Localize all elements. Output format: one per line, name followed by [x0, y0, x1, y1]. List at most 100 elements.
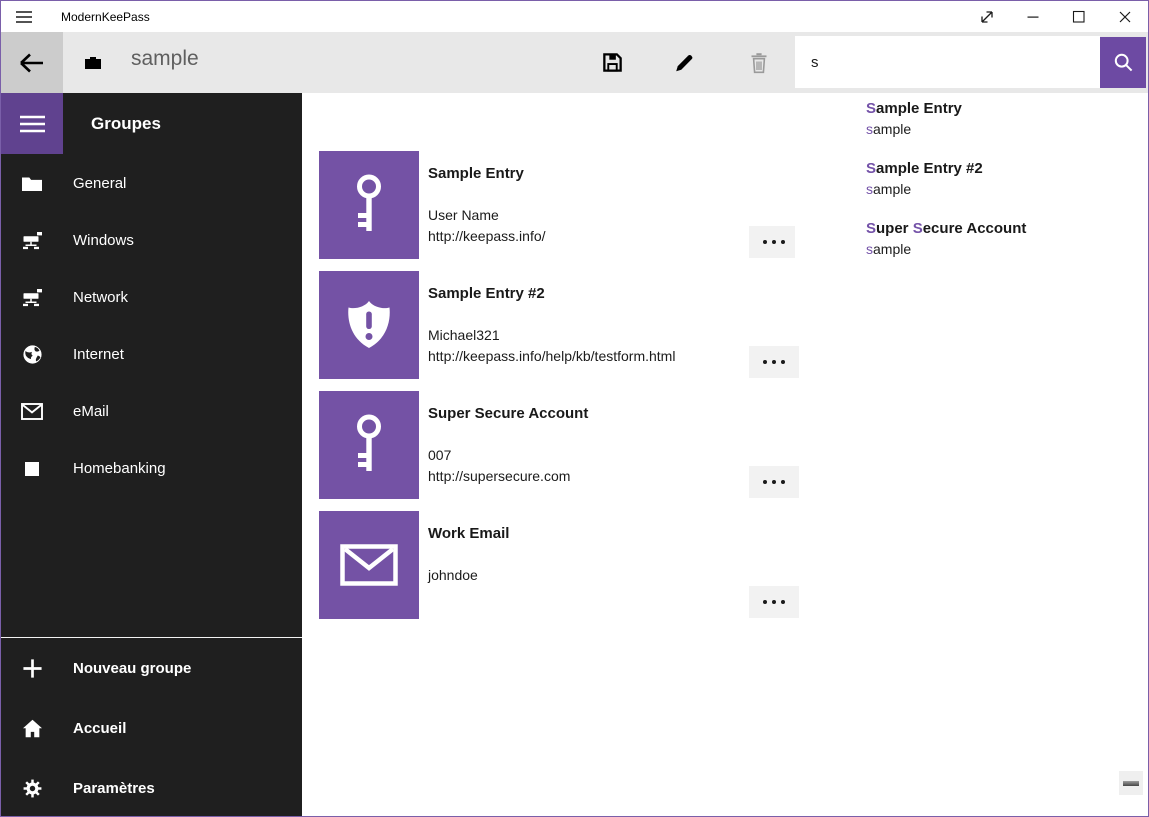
window-title: ModernKeePass — [61, 10, 150, 24]
minimize-button[interactable] — [1010, 1, 1056, 32]
database-title: sample — [131, 47, 199, 71]
sidebar-item-label: Accueil — [73, 720, 126, 737]
network-icon — [20, 289, 44, 307]
settings-icon — [20, 778, 44, 799]
sidebar-item-homebanking[interactable]: Homebanking — [1, 440, 302, 497]
suggestion-title: Sample Entry #2 — [866, 159, 1147, 179]
entry-list: Sample Entry User Name http://keepass.in… — [319, 151, 801, 631]
sidebar-commands: Nouveau groupe Accueil — [1, 637, 302, 817]
add-icon — [20, 658, 44, 679]
search-suggestions: Sample Entry sample Sample Entry #2 samp… — [795, 93, 1147, 275]
sidebar-item-label: Paramètres — [73, 780, 155, 797]
entry-row[interactable]: Sample Entry User Name http://keepass.in… — [319, 151, 801, 259]
edit-button[interactable] — [660, 32, 708, 93]
entry-tile — [319, 391, 419, 499]
sidebar-item-general[interactable]: General — [1, 155, 302, 212]
home-icon — [20, 719, 44, 738]
sidebar-item-label: Windows — [73, 232, 134, 249]
app-window: ModernKeePass — [0, 0, 1149, 817]
entry-tile — [319, 511, 419, 619]
entry-title: Sample Entry — [428, 164, 801, 184]
back-arrow-icon — [17, 48, 47, 78]
entry-url: http://keepass.info/ — [428, 226, 546, 247]
minimize-icon — [1023, 7, 1043, 27]
maximize-icon — [1069, 7, 1089, 27]
entry-more-button[interactable] — [749, 346, 799, 378]
entry-more-button[interactable] — [749, 466, 799, 498]
entry-username: johndoe — [428, 565, 478, 586]
dash-icon — [1123, 781, 1139, 786]
sidebar-item-label: General — [73, 175, 126, 192]
sidebar-item-label: Network — [73, 289, 128, 306]
save-icon — [601, 51, 624, 74]
folder-icon — [20, 175, 44, 192]
sidebar-item-internet[interactable]: Internet — [1, 326, 302, 383]
home-button[interactable]: Accueil — [1, 698, 302, 758]
shield-alert-icon — [340, 298, 398, 352]
search-suggestion[interactable]: Sample Entry sample — [795, 93, 1147, 153]
pane-title: Groupes — [91, 93, 161, 154]
sidebar-item-label: Homebanking — [73, 460, 166, 477]
delete-button[interactable] — [735, 32, 783, 93]
globe-icon — [20, 344, 44, 365]
save-button[interactable] — [588, 32, 636, 93]
sidebar-item-label: Internet — [73, 346, 124, 363]
key-icon — [347, 173, 391, 237]
search-suggestion[interactable]: Super Secure Account sample — [795, 213, 1147, 273]
sidebar-item-network[interactable]: Network — [1, 269, 302, 326]
trash-icon — [748, 52, 770, 74]
entry-url: http://keepass.info/help/kb/testform.htm… — [428, 346, 675, 367]
suggestion-title: Sample Entry — [866, 99, 1147, 119]
maximize-button[interactable] — [1056, 1, 1102, 32]
suggestion-subtitle: sample — [866, 239, 1147, 259]
key-icon — [347, 413, 391, 477]
entry-row[interactable]: Sample Entry #2 Michael321 http://keepas… — [319, 271, 801, 379]
entry-title: Super Secure Account — [428, 404, 801, 424]
entry-username: 007 — [428, 445, 570, 466]
entry-more-button[interactable] — [749, 226, 799, 258]
hamburger-icon — [13, 7, 35, 27]
nav-toggle-button[interactable] — [1, 93, 63, 154]
entry-more-button[interactable] — [749, 586, 799, 618]
titlebar-menu-button[interactable] — [1, 1, 47, 32]
search-box — [795, 36, 1146, 88]
group-list: General Windows — [1, 155, 302, 497]
sidebar: Groupes General Windows — [1, 93, 302, 817]
entry-tile — [319, 151, 419, 259]
sidebar-item-email[interactable]: eMail — [1, 383, 302, 440]
search-input[interactable] — [795, 36, 1100, 88]
mail-icon — [20, 403, 44, 420]
suggestion-title: Super Secure Account — [866, 219, 1147, 239]
settings-button[interactable]: Paramètres — [1, 758, 302, 817]
window-controls — [964, 1, 1148, 32]
new-group-button[interactable]: Nouveau groupe — [1, 638, 302, 698]
hamburger-icon — [19, 113, 46, 135]
search-button[interactable] — [1100, 37, 1146, 88]
diagonal-resize-icon — [977, 7, 997, 27]
sidebar-item-windows[interactable]: Windows — [1, 212, 302, 269]
appbar: sample — [1, 32, 1148, 93]
entry-title: Work Email — [428, 524, 801, 544]
database-icon — [85, 56, 101, 70]
entry-row[interactable]: Work Email johndoe — [319, 511, 801, 619]
close-button[interactable] — [1102, 1, 1148, 32]
entry-row[interactable]: Super Secure Account 007 http://supersec… — [319, 391, 801, 499]
sidebar-item-label: Nouveau groupe — [73, 660, 191, 677]
appbar-collapse-button[interactable] — [1119, 771, 1143, 795]
resize-window-button[interactable] — [964, 1, 1010, 32]
entry-username: Michael321 — [428, 325, 675, 346]
search-icon — [1113, 52, 1134, 73]
entry-url: http://supersecure.com — [428, 466, 570, 487]
square-icon — [20, 462, 44, 476]
entry-tile — [319, 271, 419, 379]
back-button[interactable] — [1, 32, 63, 93]
pencil-icon — [673, 52, 695, 74]
titlebar: ModernKeePass — [1, 1, 1148, 32]
entry-title: Sample Entry #2 — [428, 284, 801, 304]
sidebar-item-label: eMail — [73, 403, 109, 420]
mail-icon — [340, 544, 398, 586]
search-suggestion[interactable]: Sample Entry #2 sample — [795, 153, 1147, 213]
suggestion-subtitle: sample — [866, 179, 1147, 199]
network-icon — [20, 232, 44, 250]
entry-username: User Name — [428, 205, 546, 226]
